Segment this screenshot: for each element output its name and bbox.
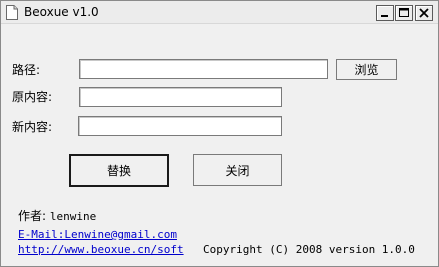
original-content-label: 原内容: bbox=[12, 90, 53, 104]
new-content-input[interactable] bbox=[78, 116, 282, 136]
close-icon bbox=[419, 8, 429, 18]
maximize-button[interactable] bbox=[395, 5, 413, 21]
minimize-icon bbox=[381, 15, 388, 17]
author-prefix: 作者: bbox=[18, 209, 47, 223]
browse-button[interactable]: 浏览 bbox=[336, 59, 397, 80]
author-name: lenwine bbox=[49, 210, 97, 223]
author-line: 作者: lenwine bbox=[18, 209, 96, 224]
copyright-text: Copyright (C) 2008 version 1.0.0 bbox=[203, 243, 415, 256]
close-button-label: 关闭 bbox=[225, 163, 250, 178]
replace-button-label: 替换 bbox=[106, 164, 131, 178]
minimize-button[interactable] bbox=[376, 5, 394, 21]
window-title: Beoxue v1.0 bbox=[24, 5, 99, 19]
app-window: Beoxue v1.0 路径: 浏览 原内容: 新内容: 替换 关闭 作者: l… bbox=[0, 0, 439, 267]
original-content-input[interactable] bbox=[79, 87, 282, 107]
maximize-icon bbox=[399, 8, 409, 17]
browse-button-label: 浏览 bbox=[354, 63, 379, 77]
new-content-label: 新内容: bbox=[12, 120, 53, 134]
close-button[interactable]: 关闭 bbox=[193, 154, 282, 186]
title-bar[interactable]: Beoxue v1.0 bbox=[1, 1, 438, 24]
close-window-button[interactable] bbox=[415, 5, 433, 21]
website-link[interactable]: http://www.beoxue.cn/soft bbox=[18, 243, 184, 257]
replace-button[interactable]: 替换 bbox=[69, 154, 169, 187]
document-icon bbox=[6, 5, 18, 20]
path-label: 路径: bbox=[12, 63, 41, 77]
email-link[interactable]: E-Mail:Lenwine@gmail.com bbox=[18, 228, 177, 242]
path-input[interactable] bbox=[79, 59, 328, 79]
